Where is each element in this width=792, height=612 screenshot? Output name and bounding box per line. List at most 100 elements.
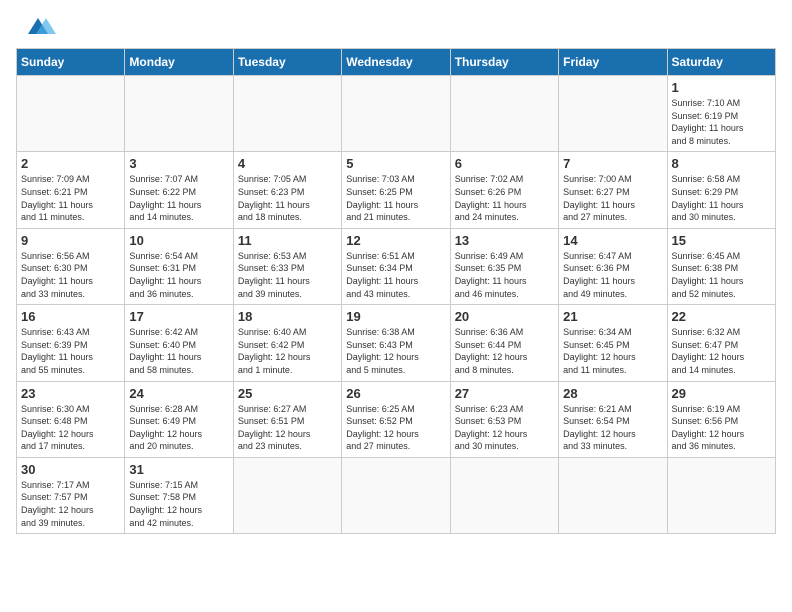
day-number: 24	[129, 386, 228, 401]
calendar-cell: 29 Sunrise: 6:19 AM Sunset: 6:56 PM Dayli…	[667, 381, 775, 457]
day-info: Sunrise: 7:15 AM Sunset: 7:58 PM Dayligh…	[129, 479, 228, 529]
day-number: 6	[455, 156, 554, 171]
col-header-monday: Monday	[125, 49, 233, 76]
day-number: 11	[238, 233, 337, 248]
day-info: Sunrise: 7:05 AM Sunset: 6:23 PM Dayligh…	[238, 173, 337, 223]
day-number: 3	[129, 156, 228, 171]
calendar-cell	[17, 76, 125, 152]
day-number: 12	[346, 233, 445, 248]
day-info: Sunrise: 6:28 AM Sunset: 6:49 PM Dayligh…	[129, 403, 228, 453]
day-number: 26	[346, 386, 445, 401]
calendar-cell: 16Sunrise: 6:43 AM Sunset: 6:39 PM Dayli…	[17, 305, 125, 381]
logo-icon	[18, 16, 56, 38]
day-number: 31	[129, 462, 228, 477]
calendar-cell: 17 Sunrise: 6:42 AM Sunset: 6:40 PM Dayli…	[125, 305, 233, 381]
day-info: Sunrise: 6:19 AM Sunset: 6:56 PM Dayligh…	[672, 403, 771, 453]
day-number: 25	[238, 386, 337, 401]
day-info: Sunrise: 7:10 AM Sunset: 6:19 PM Dayligh…	[672, 97, 771, 147]
col-header-sunday: Sunday	[17, 49, 125, 76]
day-info: Sunrise: 6:43 AM Sunset: 6:39 PM Dayligh…	[21, 326, 120, 376]
col-header-saturday: Saturday	[667, 49, 775, 76]
calendar-cell: 27 Sunrise: 6:23 AM Sunset: 6:53 PM Dayli…	[450, 381, 558, 457]
calendar-cell	[233, 76, 341, 152]
calendar-cell: 18 Sunrise: 6:40 AM Sunset: 6:42 PM Dayli…	[233, 305, 341, 381]
day-info: Sunrise: 6:49 AM Sunset: 6:35 PM Dayligh…	[455, 250, 554, 300]
day-info: Sunrise: 6:30 AM Sunset: 6:48 PM Dayligh…	[21, 403, 120, 453]
calendar-cell: 6 Sunrise: 7:02 AM Sunset: 6:26 PM Daylig…	[450, 152, 558, 228]
day-number: 10	[129, 233, 228, 248]
calendar-cell: 23 Sunrise: 6:30 AM Sunset: 6:48 PM Dayli…	[17, 381, 125, 457]
day-number: 27	[455, 386, 554, 401]
calendar-cell: 1 Sunrise: 7:10 AM Sunset: 6:19 PM Daylig…	[667, 76, 775, 152]
calendar-cell: 21Sunrise: 6:34 AM Sunset: 6:45 PM Dayli…	[559, 305, 667, 381]
calendar-cell	[342, 76, 450, 152]
calendar-cell: 7Sunrise: 7:00 AM Sunset: 6:27 PM Daylig…	[559, 152, 667, 228]
calendar-cell: 13 Sunrise: 6:49 AM Sunset: 6:35 PM Dayli…	[450, 228, 558, 304]
day-info: Sunrise: 6:40 AM Sunset: 6:42 PM Dayligh…	[238, 326, 337, 376]
day-number: 23	[21, 386, 120, 401]
day-info: Sunrise: 7:07 AM Sunset: 6:22 PM Dayligh…	[129, 173, 228, 223]
calendar-cell: 8 Sunrise: 6:58 AM Sunset: 6:29 PM Daylig…	[667, 152, 775, 228]
calendar-cell	[450, 76, 558, 152]
calendar-cell: 31 Sunrise: 7:15 AM Sunset: 7:58 PM Dayli…	[125, 457, 233, 533]
calendar-cell	[233, 457, 341, 533]
week-row-1: 1 Sunrise: 7:10 AM Sunset: 6:19 PM Daylig…	[17, 76, 776, 152]
day-info: Sunrise: 7:09 AM Sunset: 6:21 PM Dayligh…	[21, 173, 120, 223]
day-info: Sunrise: 6:27 AM Sunset: 6:51 PM Dayligh…	[238, 403, 337, 453]
calendar-cell: 12Sunrise: 6:51 AM Sunset: 6:34 PM Dayli…	[342, 228, 450, 304]
logo	[16, 16, 56, 38]
day-number: 4	[238, 156, 337, 171]
day-number: 8	[672, 156, 771, 171]
day-info: Sunrise: 6:42 AM Sunset: 6:40 PM Dayligh…	[129, 326, 228, 376]
calendar-cell: 10 Sunrise: 6:54 AM Sunset: 6:31 PM Dayli…	[125, 228, 233, 304]
calendar-cell: 22 Sunrise: 6:32 AM Sunset: 6:47 PM Dayli…	[667, 305, 775, 381]
calendar-cell: 24 Sunrise: 6:28 AM Sunset: 6:49 PM Dayli…	[125, 381, 233, 457]
week-row-2: 2Sunrise: 7:09 AM Sunset: 6:21 PM Daylig…	[17, 152, 776, 228]
day-info: Sunrise: 6:32 AM Sunset: 6:47 PM Dayligh…	[672, 326, 771, 376]
day-info: Sunrise: 6:47 AM Sunset: 6:36 PM Dayligh…	[563, 250, 662, 300]
day-number: 13	[455, 233, 554, 248]
day-number: 15	[672, 233, 771, 248]
day-number: 5	[346, 156, 445, 171]
day-info: Sunrise: 6:25 AM Sunset: 6:52 PM Dayligh…	[346, 403, 445, 453]
calendar-cell: 25 Sunrise: 6:27 AM Sunset: 6:51 PM Dayli…	[233, 381, 341, 457]
calendar-cell: 28Sunrise: 6:21 AM Sunset: 6:54 PM Dayli…	[559, 381, 667, 457]
day-info: Sunrise: 6:23 AM Sunset: 6:53 PM Dayligh…	[455, 403, 554, 453]
day-number: 28	[563, 386, 662, 401]
day-info: Sunrise: 6:38 AM Sunset: 6:43 PM Dayligh…	[346, 326, 445, 376]
calendar-cell	[450, 457, 558, 533]
day-number: 21	[563, 309, 662, 324]
day-info: Sunrise: 6:58 AM Sunset: 6:29 PM Dayligh…	[672, 173, 771, 223]
day-info: Sunrise: 7:02 AM Sunset: 6:26 PM Dayligh…	[455, 173, 554, 223]
calendar-cell	[559, 76, 667, 152]
day-info: Sunrise: 6:54 AM Sunset: 6:31 PM Dayligh…	[129, 250, 228, 300]
calendar-cell: 5 Sunrise: 7:03 AM Sunset: 6:25 PM Daylig…	[342, 152, 450, 228]
calendar-cell: 4 Sunrise: 7:05 AM Sunset: 6:23 PM Daylig…	[233, 152, 341, 228]
day-info: Sunrise: 6:56 AM Sunset: 6:30 PM Dayligh…	[21, 250, 120, 300]
day-info: Sunrise: 7:03 AM Sunset: 6:25 PM Dayligh…	[346, 173, 445, 223]
calendar-cell: 2Sunrise: 7:09 AM Sunset: 6:21 PM Daylig…	[17, 152, 125, 228]
calendar-cell: 14 Sunrise: 6:47 AM Sunset: 6:36 PM Dayli…	[559, 228, 667, 304]
calendar-cell: 30Sunrise: 7:17 AM Sunset: 7:57 PM Dayli…	[17, 457, 125, 533]
week-row-6: 30Sunrise: 7:17 AM Sunset: 7:57 PM Dayli…	[17, 457, 776, 533]
day-number: 18	[238, 309, 337, 324]
calendar-table: SundayMondayTuesdayWednesdayThursdayFrid…	[16, 48, 776, 534]
calendar-cell: 26 Sunrise: 6:25 AM Sunset: 6:52 PM Dayli…	[342, 381, 450, 457]
calendar-cell	[342, 457, 450, 533]
calendar-cell: 9 Sunrise: 6:56 AM Sunset: 6:30 PM Daylig…	[17, 228, 125, 304]
day-number: 9	[21, 233, 120, 248]
day-number: 22	[672, 309, 771, 324]
day-number: 14	[563, 233, 662, 248]
day-number: 29	[672, 386, 771, 401]
calendar-cell: 3 Sunrise: 7:07 AM Sunset: 6:22 PM Daylig…	[125, 152, 233, 228]
day-number: 1	[672, 80, 771, 95]
calendar-cell	[125, 76, 233, 152]
week-row-3: 9 Sunrise: 6:56 AM Sunset: 6:30 PM Daylig…	[17, 228, 776, 304]
day-number: 19	[346, 309, 445, 324]
day-info: Sunrise: 6:36 AM Sunset: 6:44 PM Dayligh…	[455, 326, 554, 376]
day-number: 17	[129, 309, 228, 324]
calendar-cell: 11Sunrise: 6:53 AM Sunset: 6:33 PM Dayli…	[233, 228, 341, 304]
week-row-5: 23 Sunrise: 6:30 AM Sunset: 6:48 PM Dayli…	[17, 381, 776, 457]
week-row-4: 16Sunrise: 6:43 AM Sunset: 6:39 PM Dayli…	[17, 305, 776, 381]
col-header-tuesday: Tuesday	[233, 49, 341, 76]
